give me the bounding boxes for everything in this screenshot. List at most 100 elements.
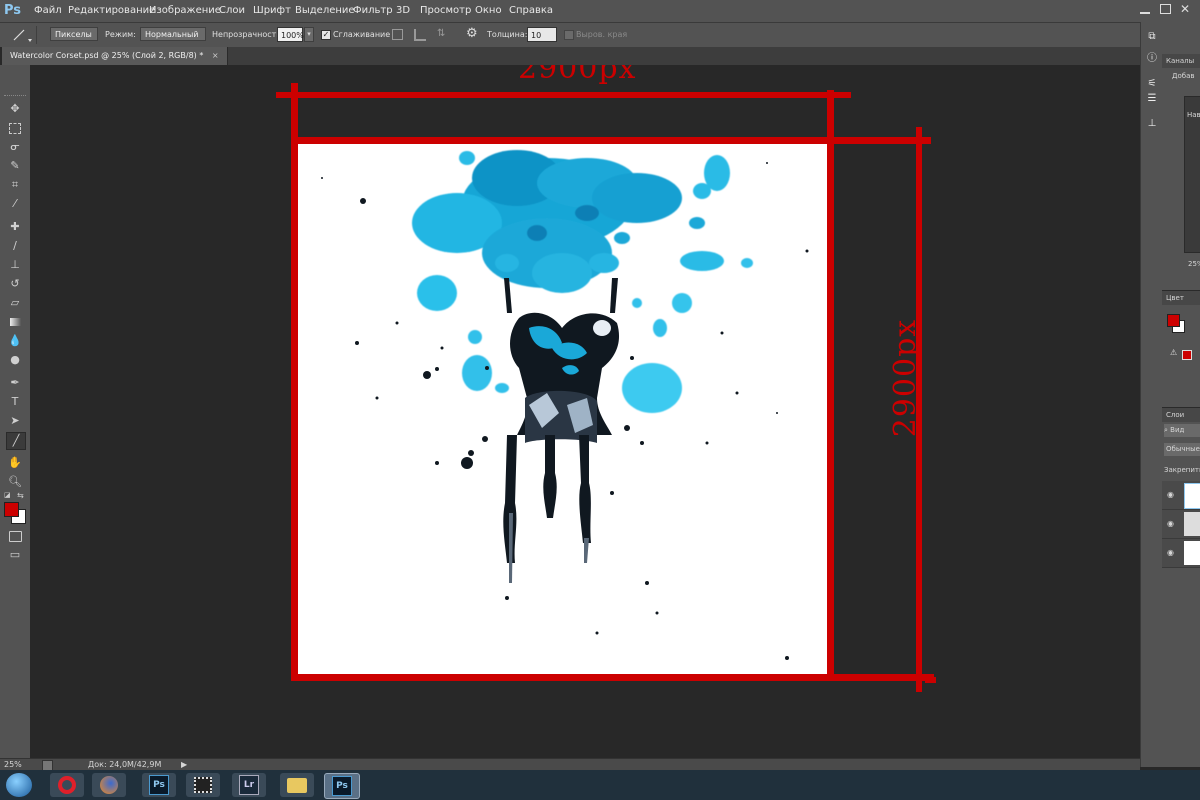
weight-input[interactable]: 10 пикс — [527, 27, 557, 55]
width-dimension-label: 2900px — [518, 65, 637, 86]
menu-edit[interactable]: Редактирование — [68, 0, 155, 22]
menu-layers[interactable]: Слои — [219, 0, 245, 22]
explorer-folder-icon[interactable] — [280, 773, 314, 797]
start-orb-icon[interactable] — [6, 773, 32, 797]
foreground-color-swatch[interactable] — [4, 502, 19, 517]
menu-image[interactable]: Изображение — [149, 0, 221, 22]
canvas-bottom-border — [291, 674, 934, 681]
eye-icon[interactable]: ◉ — [1167, 548, 1174, 557]
lightroom-icon[interactable]: Lr — [232, 773, 266, 797]
align-edges-label: Выров. края — [576, 30, 628, 39]
menu-view[interactable]: Просмотр — [420, 0, 471, 22]
opacity-dropdown-icon[interactable]: ▾ — [304, 27, 314, 42]
opera-icon[interactable] — [50, 773, 84, 797]
canvas-right-border — [827, 137, 834, 681]
crop-tool-icon[interactable]: ⌗ — [6, 177, 24, 193]
default-colors-icon[interactable]: ◪ — [4, 491, 11, 499]
menu-type[interactable]: Шрифт — [253, 0, 291, 22]
dimension-annotations — [276, 83, 936, 692]
swap-colors-icon[interactable]: ⇆ — [17, 491, 24, 500]
gradient-tool-icon[interactable] — [6, 314, 24, 330]
clone-stamp-tool-icon[interactable]: ⊥ — [6, 257, 24, 273]
path-selection-tool-icon[interactable]: ➤ — [6, 413, 24, 429]
gamut-warning-icon: ⚠ — [1170, 348, 1178, 357]
firefox-icon[interactable] — [92, 773, 126, 797]
layer-thumbnail — [1184, 512, 1200, 536]
move-tool-icon[interactable]: ✥ — [6, 101, 24, 117]
path-alignment-icon[interactable] — [414, 29, 426, 41]
lasso-tool-icon[interactable]: ᓂ — [6, 139, 24, 155]
tools-panel: ✥ ᓂ ✎ ⌗ ⁄ ✚ ∕ ⊥ ↺ ▱ 💧 ● ✒ T ➤ ╱ ✋ 🔍︎ ◪ ⇆… — [0, 65, 30, 770]
layer-row-1[interactable]: ◉ — [1162, 481, 1200, 510]
close-tab-icon[interactable]: × — [212, 51, 219, 60]
history-brush-tool-icon[interactable]: ↺ — [6, 276, 24, 292]
menu-3d[interactable]: 3D — [396, 0, 410, 22]
menu-file[interactable]: Файл — [34, 0, 62, 22]
hand-tool-icon[interactable]: ✋ — [6, 455, 24, 471]
quick-mask-icon[interactable] — [6, 528, 24, 544]
zoom-tool-icon[interactable]: 🔍︎ — [6, 474, 24, 490]
top-right-tick — [827, 90, 834, 141]
tab-layers[interactable]: Слои — [1162, 407, 1200, 422]
document-tab[interactable]: Watercolor Corset.psd @ 25% (Слой 2, RGB… — [2, 47, 228, 65]
menu-window[interactable]: Окно — [475, 0, 502, 22]
blend-mode-select[interactable]: Нормальный — [140, 27, 206, 41]
healing-brush-tool-icon[interactable]: ✚ — [6, 219, 24, 235]
dodge-tool-icon[interactable]: ● — [6, 352, 24, 368]
path-operations-icon[interactable] — [392, 29, 403, 40]
layer-blend-mode-select[interactable]: Обычные — [1164, 443, 1200, 456]
tool-mode-select[interactable]: Пикселы — [50, 27, 98, 41]
gamut-color-swatch[interactable] — [1182, 350, 1192, 360]
canvas-area[interactable]: 2900px 2900px — [30, 65, 1140, 758]
minimize-icon[interactable] — [1140, 12, 1150, 14]
adjustments-panel-icon[interactable]: ☰ — [1145, 92, 1159, 106]
weight-label: Толщина: — [487, 30, 528, 39]
tab-channels[interactable]: Каналы — [1162, 54, 1200, 68]
type-tool-icon[interactable]: T — [6, 394, 24, 410]
gear-icon[interactable]: ⚙ — [466, 26, 478, 41]
antialias-checkbox[interactable]: ✓ — [321, 30, 331, 40]
layer-kind-label: Вид — [1170, 426, 1185, 434]
brush-presets-icon[interactable]: ⚟ — [1145, 77, 1159, 91]
menu-filter[interactable]: Фильтр — [353, 0, 393, 22]
photoshop-icon[interactable]: Ps — [142, 773, 176, 797]
history-panel-icon[interactable]: ⧉ — [1145, 30, 1159, 44]
toolbar-grip[interactable] — [4, 95, 26, 98]
tab-color[interactable]: Цвет — [1162, 290, 1200, 305]
bottom-right-tick — [925, 677, 936, 683]
menu-select[interactable]: Выделение — [295, 0, 355, 22]
color-foreground-swatch[interactable] — [1167, 314, 1180, 327]
opacity-input[interactable]: 100% — [277, 27, 304, 42]
info-panel-icon[interactable]: ⓘ — [1145, 52, 1159, 66]
marquee-tool-icon[interactable] — [6, 120, 24, 136]
styles-panel-icon[interactable]: ⊥ — [1145, 117, 1159, 131]
photoshop-active-icon[interactable]: Ps — [324, 773, 360, 799]
navigator-zoom: 25% — [1188, 260, 1200, 268]
document-tab-title: Watercolor Corset.psd @ 25% (Слой 2, RGB… — [10, 51, 204, 60]
line-tool-icon[interactable]: ╱ — [6, 432, 26, 450]
path-arrangement-icon[interactable]: ⇅ — [437, 28, 445, 39]
layer-filter-kind[interactable]: ⌕ Вид — [1164, 424, 1200, 437]
pen-tool-icon[interactable]: ✒ — [6, 375, 24, 391]
screen-mode-icon[interactable]: ▭ — [6, 547, 24, 563]
restore-icon[interactable] — [1160, 4, 1171, 14]
eye-icon[interactable]: ◉ — [1167, 490, 1174, 499]
blur-tool-icon[interactable]: 💧 — [6, 333, 24, 349]
brush-tool-icon[interactable]: ∕ — [6, 238, 24, 254]
height-dimension-label: 2900px — [888, 318, 923, 438]
video-editor-icon[interactable] — [186, 773, 220, 797]
line-tool-preset-icon[interactable] — [6, 26, 37, 44]
canvas-left-border — [291, 137, 298, 681]
quick-selection-tool-icon[interactable]: ✎ — [6, 158, 24, 174]
eyedropper-tool-icon[interactable]: ⁄ — [6, 196, 24, 212]
align-edges-checkbox[interactable] — [564, 30, 574, 40]
eraser-tool-icon[interactable]: ▱ — [6, 295, 24, 311]
layer-row-3[interactable]: ◉ — [1162, 539, 1200, 568]
layer-row-2[interactable]: ◉ — [1162, 510, 1200, 539]
taskbar: Ps Lr Ps — [0, 770, 1200, 800]
antialias-label: Сглаживание — [333, 30, 391, 39]
eye-icon[interactable]: ◉ — [1167, 519, 1174, 528]
close-icon[interactable]: ✕ — [1180, 2, 1190, 16]
photoshop-logo: Ps — [4, 3, 22, 18]
menu-help[interactable]: Справка — [509, 0, 553, 22]
